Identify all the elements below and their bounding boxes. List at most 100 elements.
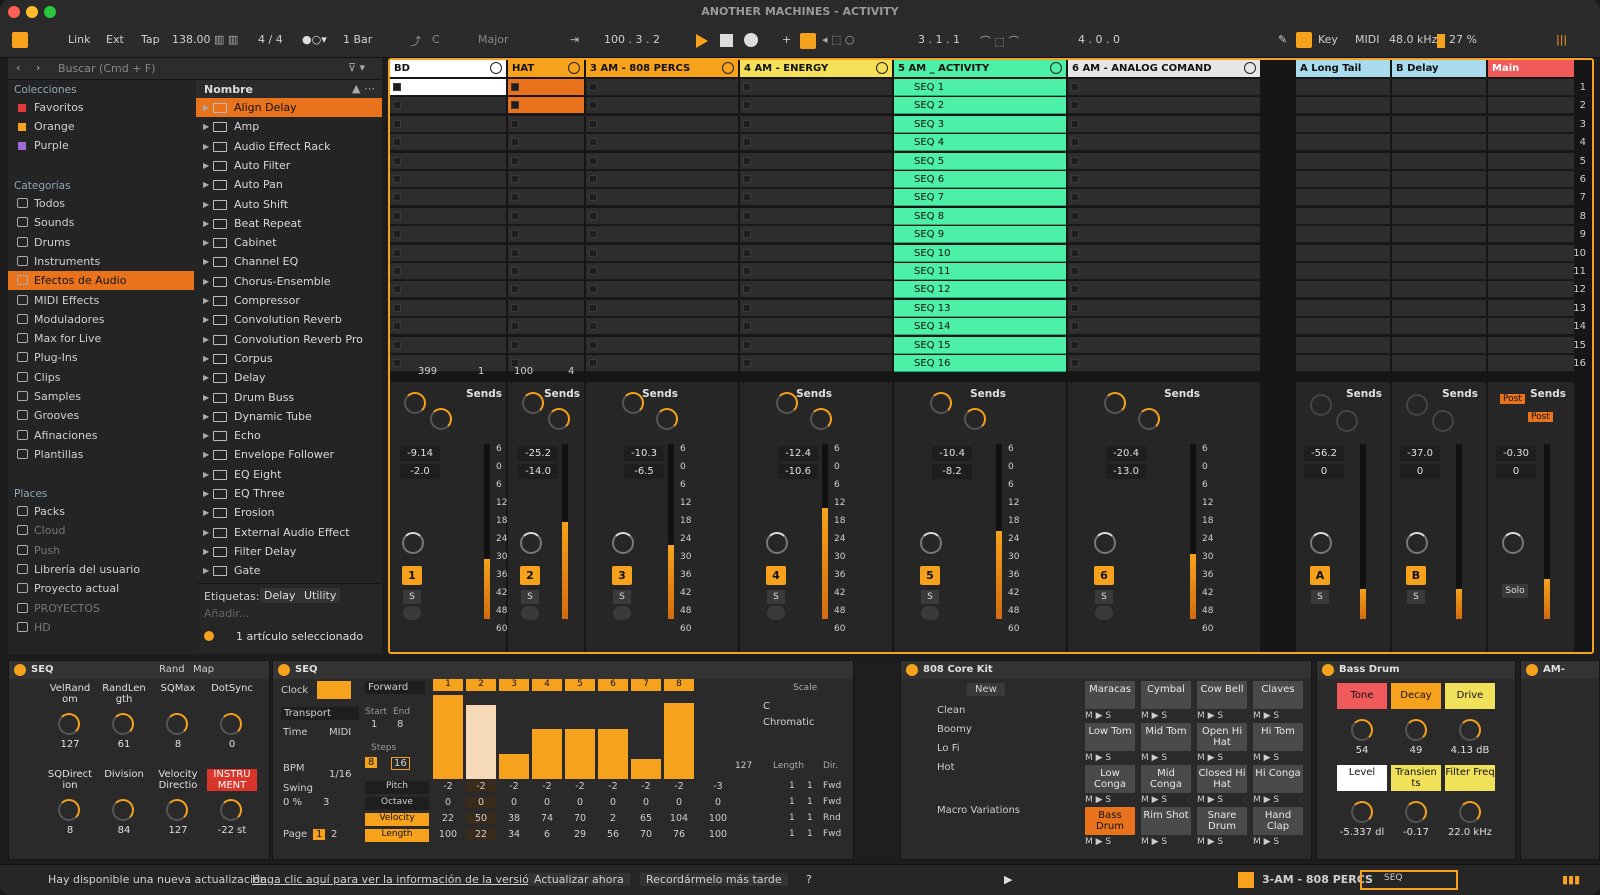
clip-slot[interactable] [586,244,738,262]
pan-knob[interactable] [612,532,634,554]
clip-stop-button[interactable] [393,267,401,275]
expand-arrow-icon[interactable]: ▶ [203,388,209,407]
clip-slot[interactable]: SEQ 4 [894,134,1066,152]
clip-stop-button[interactable] [511,119,519,128]
collection-item[interactable]: Orange [8,117,194,136]
send-b-knob[interactable] [1336,410,1358,432]
bass-param-knob[interactable] [1351,801,1373,823]
scene-launch[interactable]: 13 [1502,300,1592,317]
clip-slot[interactable] [390,281,506,299]
macro-knob[interactable] [58,799,80,821]
clip-slot[interactable] [740,97,892,115]
midi-tab[interactable]: MIDI [329,727,351,738]
volume-field[interactable]: -10.4 [932,446,972,461]
mod-direction[interactable]: Fwd [823,829,841,839]
clip-stop-button[interactable] [589,138,597,147]
clip-stop-button[interactable] [1071,322,1079,331]
arm-button[interactable] [1095,606,1113,620]
browser-list-item[interactable]: ▶ Gate [196,561,382,580]
clip-stop-button[interactable] [511,248,519,257]
browser-list-item[interactable]: ▶ Cabinet [196,233,382,252]
browser-list-item[interactable]: ▶ Auto Shift [196,195,382,214]
volume-field[interactable]: -10.3 [624,446,664,461]
macro-knob[interactable] [166,713,188,735]
sort-icon[interactable]: ▲ ⋯ [352,82,375,95]
midi-map-button[interactable]: MIDI [1355,33,1379,46]
transport-menu[interactable]: Transport [281,707,359,720]
param-row-value[interactable]: 0 [466,797,496,808]
solo-button[interactable]: S [403,590,421,604]
post-button[interactable]: Post [1528,412,1553,422]
pad-mute-solo[interactable]: M ▶ S [1141,795,1191,805]
clip-slot[interactable] [1068,207,1260,225]
clip-slot[interactable]: SEQ 10 [894,244,1066,262]
clip-stop-button[interactable] [511,211,519,220]
loop-length[interactable]: 4 . 0 . 0 [1078,33,1120,46]
drum-pad[interactable]: Cymbal [1141,681,1191,709]
expand-arrow-icon[interactable]: ▶ [203,175,209,194]
clip-stop-button[interactable] [511,193,519,202]
pan-field[interactable]: -13.0 [1106,464,1146,479]
expand-arrow-icon[interactable]: ▶ [203,426,209,445]
param-row-value[interactable]: 70 [565,813,595,824]
clip-stop-button[interactable] [393,359,401,367]
return-header[interactable]: A Long Tail [1296,60,1390,77]
scene-launch[interactable]: 15 [1502,337,1592,354]
param-row-value[interactable]: 0 [532,797,562,808]
param-row-value[interactable]: -3 [703,781,733,792]
clip-stop-button[interactable] [1071,230,1079,239]
volume-field[interactable]: -0.30 [1496,446,1536,461]
clip-slot[interactable] [586,355,738,372]
param-row-value[interactable]: 74 [532,813,562,824]
mod-a[interactable]: 1 [789,781,795,791]
browser-list-item[interactable]: ▶ Delay [196,368,382,387]
send-a-knob[interactable] [404,392,426,414]
clip-slot[interactable] [740,299,892,317]
clip-slot[interactable] [390,299,506,317]
param-row-value[interactable]: 100 [433,829,463,840]
param-row-value[interactable]: -2 [565,781,595,792]
scene-launch[interactable]: 6 [1502,171,1592,188]
browser-toggle-icon[interactable] [12,32,28,48]
clip-stop-button[interactable] [1071,101,1079,110]
clip-stop-button[interactable] [589,322,597,331]
clip-slot[interactable] [390,115,506,133]
macro-knob[interactable] [58,713,80,735]
arm-button[interactable] [521,606,539,620]
help-button[interactable]: ? [806,873,812,886]
pad-mute-solo[interactable]: M ▶ S [1197,711,1247,721]
send-a-knob[interactable] [1406,394,1428,416]
clip-stop-button[interactable] [743,303,751,312]
expand-arrow-icon[interactable]: ▶ [203,233,209,252]
clip-stop-button[interactable] [589,193,597,202]
step-number[interactable]: 8 [664,679,694,691]
bass-param-label[interactable]: Filter Freq [1445,765,1495,791]
remind-later-button[interactable]: Recordármelo más tarde [640,873,788,886]
mod-a[interactable]: 1 [789,813,795,823]
browser-list-item[interactable]: ▶ Amp [196,117,382,136]
param-row-value[interactable]: 29 [565,829,595,840]
clip-stop-button[interactable] [511,83,519,91]
solo-button[interactable]: S [613,590,631,604]
tag-utility[interactable]: Utility [300,588,341,603]
variation-item[interactable]: Lo Fi [937,743,960,754]
expand-arrow-icon[interactable]: ▶ [203,445,209,464]
power-icon[interactable] [906,664,918,676]
clip-slot[interactable] [586,299,738,317]
clip-slot[interactable] [508,97,584,115]
clip-slot[interactable] [508,299,584,317]
step-number[interactable]: 3 [499,679,529,691]
expand-arrow-icon[interactable]: ▶ [203,156,209,175]
send-a-knob[interactable] [1310,394,1332,416]
category-item[interactable]: Efectos de Audio [8,271,194,291]
clip-slot[interactable] [508,115,584,133]
steps-8-button[interactable]: 8 [365,757,378,768]
drum-pad[interactable]: Open Hi Hat [1197,723,1247,751]
pan-field[interactable]: 0 [1400,464,1440,479]
clip-slot[interactable]: SEQ 16 [894,355,1066,372]
step-number[interactable]: 6 [598,679,628,691]
clip-slot[interactable]: SEQ 9 [894,226,1066,244]
clip-slot[interactable] [390,171,506,188]
swing-steps[interactable]: 3 [323,797,329,808]
add-tag-field[interactable]: Añadir... [204,607,249,620]
